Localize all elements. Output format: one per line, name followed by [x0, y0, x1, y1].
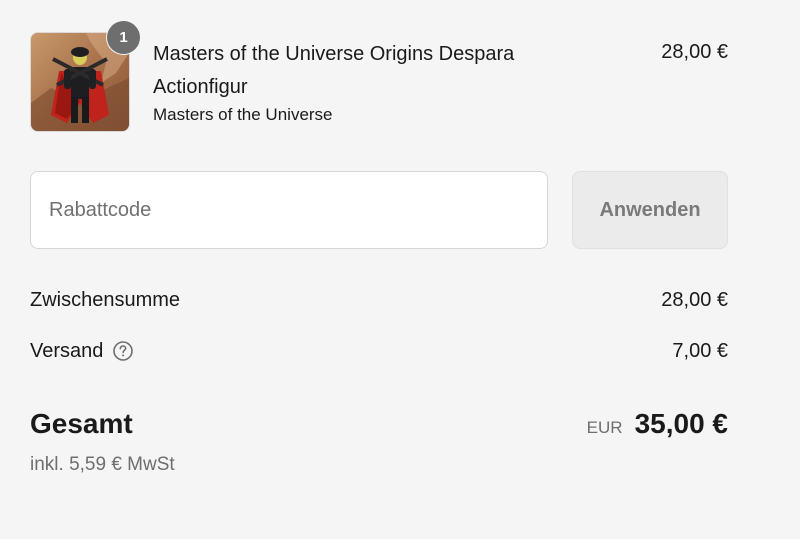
- product-title: Masters of the Universe Origins Despara …: [153, 43, 515, 98]
- apply-discount-button[interactable]: Anwenden: [572, 171, 728, 249]
- shipping-value: 7,00 €: [672, 339, 728, 362]
- shipping-label-group: Versand: [30, 340, 134, 363]
- question-circle-icon[interactable]: [112, 340, 134, 362]
- total-amount: 35,00 €: [634, 408, 728, 439]
- total-amount-group: EUR 35,00 €: [587, 408, 728, 440]
- product-thumbnail-wrap: 1: [30, 21, 140, 132]
- tax-note: inkl. 5,59 € MwSt: [30, 454, 175, 475]
- line-item: 1 Masters of the Universe Origins Despar…: [30, 21, 728, 132]
- subtotal-row: Zwischensumme 28,00 €: [30, 285, 728, 315]
- total-row: Gesamt EUR 35,00 €: [30, 404, 728, 444]
- subtotal-label: Zwischensumme: [30, 288, 181, 311]
- subtotal-value: 28,00 €: [661, 288, 728, 311]
- shipping-row: Versand 7,00 €: [30, 336, 728, 366]
- product-price: 28,00 €: [661, 41, 728, 63]
- quantity-badge: 1: [107, 21, 140, 54]
- product-vendor: Masters of the Universe: [153, 105, 333, 124]
- currency-code: EUR: [586, 418, 623, 437]
- shipping-label: Versand: [30, 339, 104, 362]
- total-label: Gesamt: [30, 408, 133, 439]
- discount-code-input[interactable]: [30, 171, 548, 249]
- order-summary: 1 Masters of the Universe Origins Despar…: [30, 0, 728, 539]
- item-info: Masters of the Universe Origins Despara …: [153, 38, 593, 126]
